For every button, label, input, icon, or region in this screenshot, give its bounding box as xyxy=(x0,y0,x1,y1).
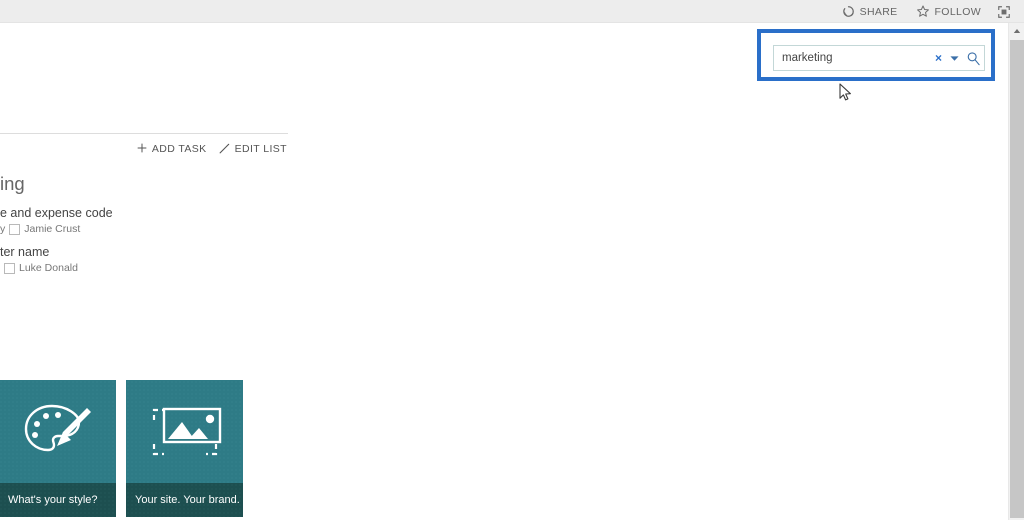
search-highlight-annotation: × xyxy=(757,29,995,81)
task-item[interactable]: e and expense code y Jamie Crust xyxy=(0,206,288,235)
tile-caption-label: Your site. Your brand. xyxy=(135,494,240,506)
search-input[interactable] xyxy=(774,47,931,69)
clear-search-icon[interactable]: × xyxy=(931,46,947,70)
tile-caption-label: What's your style? xyxy=(8,494,98,506)
task-title[interactable]: ter name xyxy=(0,245,288,260)
task-assignee: Jamie Crust xyxy=(24,223,81,236)
add-task-label: ADD TASK xyxy=(151,143,207,156)
task-assignee: Luke Donald xyxy=(19,262,78,275)
chevron-down-icon[interactable] xyxy=(946,46,962,70)
vertical-scrollbar[interactable] xyxy=(1008,23,1024,520)
task-title[interactable]: e and expense code xyxy=(0,206,288,221)
task-item[interactable]: ter name Luke Donald xyxy=(0,245,288,274)
promoted-tiles: What's your style? Your site. Your brand… xyxy=(0,380,243,517)
tile-whats-your-style[interactable]: What's your style? xyxy=(0,380,116,517)
suite-bar-actions: SHARE FOLLOW xyxy=(833,0,1018,23)
follow-button[interactable]: FOLLOW xyxy=(907,0,990,23)
star-icon xyxy=(916,5,930,18)
add-task-button[interactable]: ADD TASK xyxy=(137,143,207,156)
task-meta: Luke Donald xyxy=(0,263,288,274)
tasks-web-part: ADD TASK EDIT LIST ing e and expense cod… xyxy=(0,133,288,274)
focus-on-content-button[interactable] xyxy=(990,0,1018,23)
tile-caption: What's your style? xyxy=(0,483,116,517)
site-search-box[interactable]: × xyxy=(773,45,985,71)
magnifier-icon[interactable] xyxy=(962,46,984,70)
edit-list-label: EDIT LIST xyxy=(234,143,287,156)
tasks-list-title: ing xyxy=(0,173,25,194)
share-button[interactable]: SHARE xyxy=(833,0,907,23)
task-complete-checkbox[interactable] xyxy=(9,224,21,235)
share-icon xyxy=(842,5,855,18)
tile-caption: Your site. Your brand. xyxy=(126,483,243,517)
suite-bar: SHARE FOLLOW xyxy=(0,0,1024,23)
scroll-up-arrow-icon[interactable] xyxy=(1009,23,1024,39)
tile-your-site-your-brand[interactable]: Your site. Your brand. xyxy=(126,380,243,517)
image-placeholder-icon xyxy=(126,380,243,483)
follow-label: FOLLOW xyxy=(934,5,981,18)
scroll-thumb[interactable] xyxy=(1010,40,1024,518)
task-due-date: y xyxy=(0,223,6,236)
page-canvas: × xyxy=(0,23,1008,520)
task-meta: y Jamie Crust xyxy=(0,224,288,235)
task-complete-checkbox[interactable] xyxy=(4,263,15,274)
palette-brush-icon xyxy=(0,380,116,483)
edit-list-button[interactable]: EDIT LIST xyxy=(219,143,287,157)
mouse-cursor xyxy=(839,83,853,103)
tasks-command-bar: ADD TASK EDIT LIST xyxy=(0,134,288,165)
focus-on-content-icon xyxy=(997,5,1011,19)
share-label: SHARE xyxy=(859,5,898,18)
pencil-icon xyxy=(219,143,230,157)
plus-icon xyxy=(137,143,147,156)
